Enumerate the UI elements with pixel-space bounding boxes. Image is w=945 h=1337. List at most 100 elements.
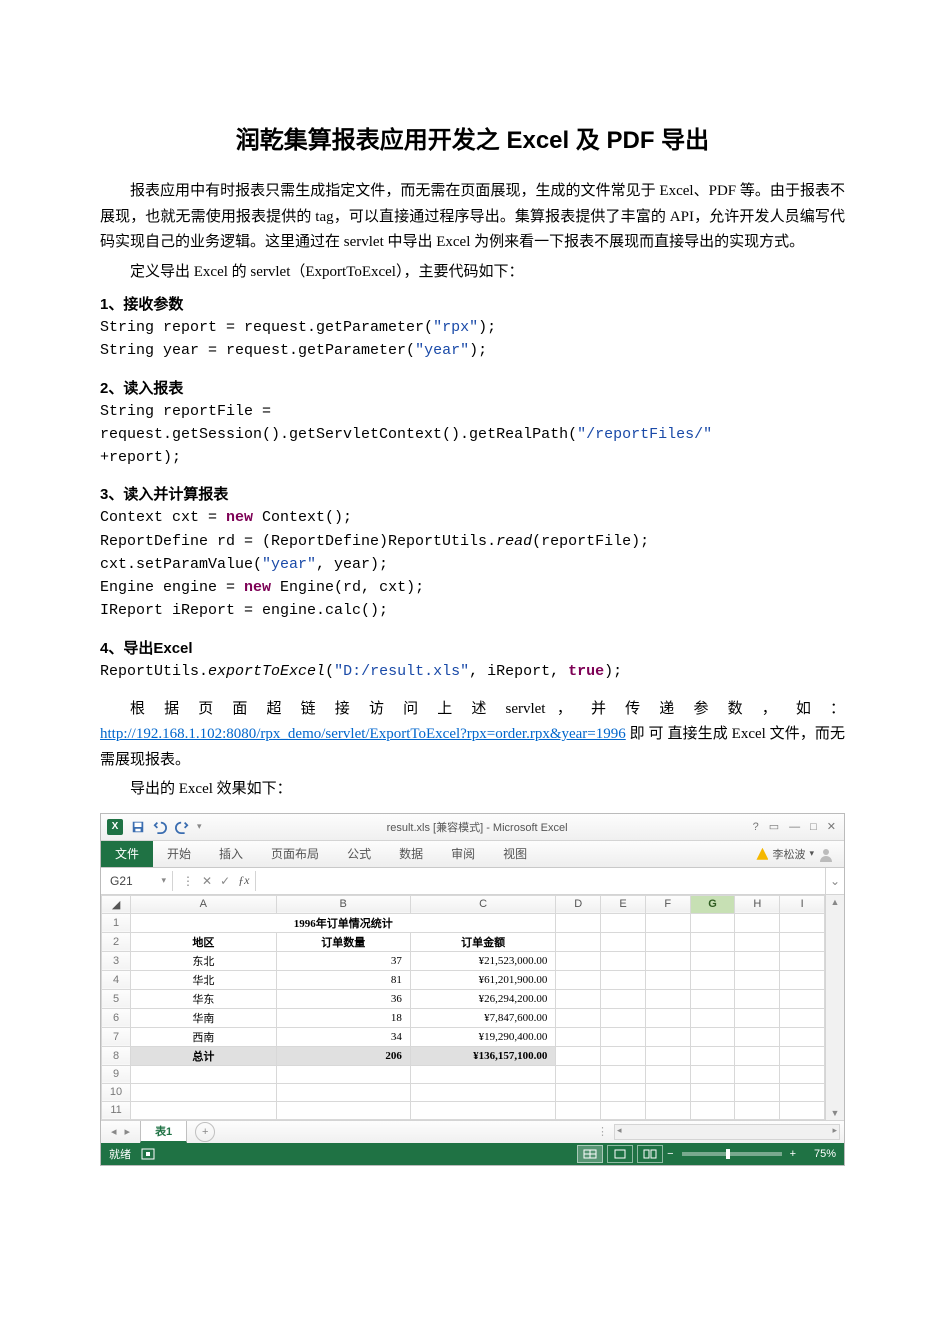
row-head[interactable]: 2 [102, 932, 131, 951]
table-cell[interactable]: ¥19,290,400.00 [410, 1027, 555, 1046]
table-cell[interactable]: 西南 [131, 1027, 276, 1046]
undo-icon[interactable] [153, 820, 167, 834]
page-title: 润乾集算报表应用开发之 Excel 及 PDF 导出 [100, 120, 845, 155]
ribbon-toggle-icon[interactable]: ▭ [769, 820, 779, 833]
expand-formula-icon[interactable]: ⌄ [825, 868, 844, 894]
col-head-d[interactable]: D [556, 895, 601, 913]
table-cell[interactable]: ¥21,523,000.00 [410, 951, 555, 970]
table-cell[interactable]: 81 [276, 970, 410, 989]
ribbon-tab-review[interactable]: 审阅 [437, 841, 489, 867]
view-page-layout-icon[interactable] [607, 1145, 633, 1163]
table-cell[interactable]: 36 [276, 989, 410, 1008]
formula-bar: G21▾ ⋮ ✕ ✓ ƒx ⌄ [101, 868, 844, 895]
account-dropdown-icon[interactable]: ▾ [809, 848, 814, 859]
vertical-scrollbar[interactable]: ▲ ▼ [825, 895, 844, 1120]
namebox-dropdown-icon[interactable]: ▾ [161, 875, 166, 886]
row-head[interactable]: 6 [102, 1008, 131, 1027]
col-head-e[interactable]: E [601, 895, 646, 913]
zoom-out-icon[interactable]: − [667, 1148, 673, 1160]
table-cell[interactable]: 18 [276, 1008, 410, 1027]
header-amount[interactable]: 订单金额 [410, 932, 555, 951]
cancel-formula-icon[interactable]: ✕ [202, 874, 212, 888]
ribbon-tab-formulas[interactable]: 公式 [333, 841, 385, 867]
excel-effect-label: 导出的 Excel 效果如下： [100, 777, 845, 803]
row-head[interactable]: 4 [102, 970, 131, 989]
maximize-icon[interactable]: □ [810, 821, 817, 833]
excel-logo-icon: X [107, 819, 123, 835]
sheet-nav-prev-icon[interactable]: ◂ [111, 1125, 117, 1138]
ribbon-tab-insert[interactable]: 插入 [205, 841, 257, 867]
row-head[interactable]: 3 [102, 951, 131, 970]
scroll-down-icon[interactable]: ▼ [826, 1106, 844, 1120]
col-head-a[interactable]: A [131, 895, 276, 913]
row-head[interactable]: 5 [102, 989, 131, 1008]
save-icon[interactable] [131, 820, 145, 834]
ribbon-tab-layout[interactable]: 页面布局 [257, 841, 333, 867]
status-text: 就绪 [109, 1146, 131, 1162]
code-block-2: String reportFile = request.getSession()… [100, 400, 845, 470]
horizontal-scrollbar[interactable]: ◂▸ [614, 1124, 840, 1140]
table-cell[interactable]: 34 [276, 1027, 410, 1046]
row-head[interactable]: 1 [102, 913, 131, 932]
col-head-g[interactable]: G [690, 895, 735, 913]
row-head[interactable]: 10 [102, 1083, 131, 1101]
total-amount-cell[interactable]: ¥136,157,100.00 [410, 1046, 555, 1065]
formula-input[interactable] [256, 868, 825, 894]
table-cell[interactable]: 东北 [131, 951, 276, 970]
code-block-3: Context cxt = new Context(); ReportDefin… [100, 506, 845, 622]
view-page-break-icon[interactable] [637, 1145, 663, 1163]
select-all-corner[interactable]: ◢ [102, 895, 131, 913]
intro-paragraph-2: 定义导出 Excel 的 servlet（ExportToExcel），主要代码… [100, 260, 845, 286]
section-4-title: 4、导出Excel [100, 637, 845, 658]
zoom-slider[interactable] [682, 1152, 782, 1156]
macro-icon[interactable] [141, 1148, 155, 1160]
header-count[interactable]: 订单数量 [276, 932, 410, 951]
accept-formula-icon[interactable]: ✓ [220, 874, 230, 888]
table-cell[interactable]: 华南 [131, 1008, 276, 1027]
table-cell[interactable]: 华东 [131, 989, 276, 1008]
scroll-up-icon[interactable]: ▲ [826, 895, 844, 909]
row-head[interactable]: 11 [102, 1101, 131, 1119]
row-head[interactable]: 8 [102, 1046, 131, 1065]
view-normal-icon[interactable] [577, 1145, 603, 1163]
table-cell[interactable]: 华北 [131, 970, 276, 989]
export-url-link[interactable]: http://192.168.1.102:8080/rpx_demo/servl… [100, 726, 626, 742]
col-head-i[interactable]: I [780, 895, 825, 913]
formula-grip-icon[interactable]: ⋮ [182, 874, 194, 888]
row-head[interactable]: 9 [102, 1065, 131, 1083]
header-region[interactable]: 地区 [131, 932, 276, 951]
col-head-b[interactable]: B [276, 895, 410, 913]
name-box[interactable]: G21▾ [104, 871, 173, 891]
ribbon-tab-data[interactable]: 数据 [385, 841, 437, 867]
ribbon-tab-file[interactable]: 文件 [101, 841, 153, 867]
table-cell[interactable]: ¥7,847,600.00 [410, 1008, 555, 1027]
fx-icon[interactable]: ƒx [238, 873, 249, 888]
worksheet-grid[interactable]: ◢ A B C D E F G H I 1 1996年订单情况统计 [101, 895, 844, 1120]
close-icon[interactable]: ✕ [827, 820, 836, 833]
account-area[interactable]: 李松波 ▾ [756, 841, 844, 867]
report-title-cell[interactable]: 1996年订单情况统计 [131, 913, 556, 932]
ribbon-tab-view[interactable]: 视图 [489, 841, 541, 867]
avatar-icon [818, 846, 834, 862]
redo-icon[interactable] [175, 820, 189, 834]
minimize-icon[interactable]: — [789, 821, 800, 833]
total-label-cell[interactable]: 总计 [131, 1046, 276, 1065]
zoom-in-icon[interactable]: + [790, 1148, 796, 1160]
total-count-cell[interactable]: 206 [276, 1046, 410, 1065]
table-cell[interactable]: ¥61,201,900.00 [410, 970, 555, 989]
sheet-grip-icon[interactable]: ⋮ [591, 1125, 614, 1138]
col-head-c[interactable]: C [410, 895, 555, 913]
sheet-tab-active[interactable]: 表1 [140, 1121, 187, 1143]
excel-ribbon: 文件 开始 插入 页面布局 公式 数据 审阅 视图 李松波 ▾ [101, 841, 844, 868]
help-icon[interactable]: ? [753, 821, 759, 833]
row-head[interactable]: 7 [102, 1027, 131, 1046]
add-sheet-icon[interactable]: + [195, 1122, 215, 1142]
table-cell[interactable]: ¥26,294,200.00 [410, 989, 555, 1008]
table-cell[interactable]: 37 [276, 951, 410, 970]
sheet-nav-next-icon[interactable]: ▸ [125, 1125, 131, 1138]
code-block-1: String report = request.getParameter("rp… [100, 316, 845, 363]
col-head-h[interactable]: H [735, 895, 780, 913]
zoom-percent[interactable]: 75% [800, 1148, 836, 1160]
col-head-f[interactable]: F [645, 895, 690, 913]
ribbon-tab-home[interactable]: 开始 [153, 841, 205, 867]
